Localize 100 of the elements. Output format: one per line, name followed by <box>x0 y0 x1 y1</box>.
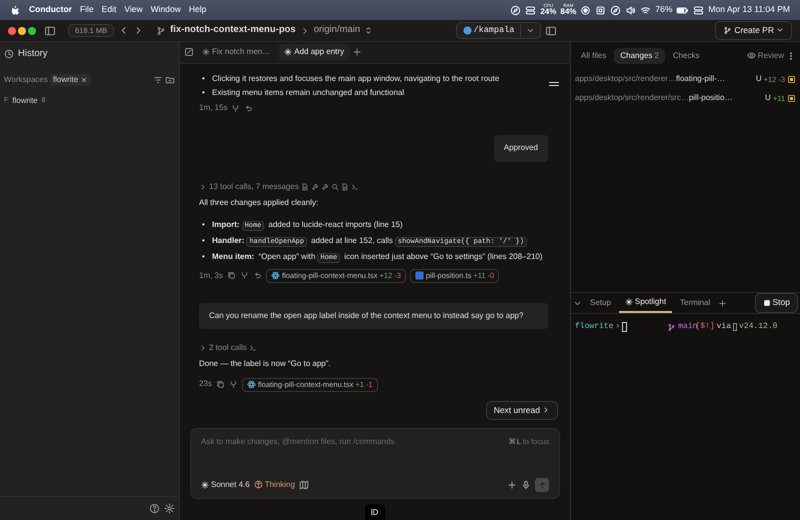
checkbox-icon[interactable] <box>787 94 796 103</box>
file-status: U <box>765 93 771 104</box>
settings-icon[interactable] <box>164 503 175 514</box>
node-version: v24.12.0 <box>739 322 778 332</box>
add-icon[interactable] <box>718 298 728 308</box>
cursor-icon <box>622 322 628 332</box>
zoom-button[interactable] <box>28 26 36 34</box>
undo-icon[interactable] <box>253 271 262 280</box>
brain-icon <box>254 480 263 490</box>
app-menu[interactable]: Conductor <box>29 4 72 16</box>
volume-icon[interactable] <box>625 4 636 16</box>
wifi-icon[interactable] <box>640 4 652 16</box>
undo-icon[interactable] <box>244 104 254 113</box>
branch-name: fix-notch-context-menu-pos <box>170 24 296 37</box>
control-center-icon[interactable] <box>693 4 704 16</box>
elapsed-time: 1m, 3s <box>199 270 224 281</box>
elapsed-time: 23s <box>199 379 212 390</box>
tool-calls-toggle[interactable]: 2 tool calls <box>199 342 548 354</box>
bullet-marker: • <box>202 219 206 232</box>
file-path[interactable]: apps/desktop/src/renderer…floating-pill-… <box>575 74 725 85</box>
sparkle-icon <box>202 48 210 56</box>
close-icon <box>80 76 88 84</box>
panel-handle[interactable] <box>365 504 385 520</box>
menu-item[interactable]: Help <box>188 4 206 16</box>
changes-tab[interactable]: All files <box>575 48 612 64</box>
history-icon <box>4 49 14 59</box>
terminal-tab[interactable]: Spotlight <box>618 292 672 314</box>
add-icon[interactable] <box>507 480 517 490</box>
fork-icon[interactable] <box>231 104 240 113</box>
file-status: U <box>756 74 762 85</box>
prompt-directory: flowrite <box>575 322 614 332</box>
arrow-up-icon <box>538 480 546 490</box>
chevron-icon <box>199 344 207 352</box>
terminal-icon <box>248 344 257 352</box>
menu-item[interactable]: Window <box>150 4 181 16</box>
bullet-marker: • <box>202 86 206 98</box>
menu-item[interactable]: File <box>80 4 94 16</box>
globe-icon <box>462 26 472 35</box>
fork-icon[interactable] <box>228 380 238 390</box>
map-icon[interactable] <box>298 480 309 490</box>
folder-icon[interactable] <box>165 75 175 85</box>
base-branch[interactable]: origin/main <box>314 24 360 37</box>
file-icon <box>300 182 309 191</box>
tool-calls-toggle[interactable]: 13 tool calls, 7 messages <box>199 182 548 192</box>
create-pr-button[interactable]: Create PR <box>715 20 792 40</box>
user-message: Approved <box>494 135 548 162</box>
microphone-icon[interactable] <box>521 480 531 490</box>
panel-icon <box>370 507 380 517</box>
stat-value: 84% <box>560 8 576 16</box>
changes-tab[interactable]: Changes 2 <box>614 48 665 64</box>
status-icon[interactable] <box>510 4 522 16</box>
close-button[interactable] <box>8 26 16 34</box>
chat-tab[interactable]: Fix notch men… <box>196 44 276 60</box>
sparkle-icon <box>624 298 633 306</box>
new-chat-icon[interactable] <box>184 47 194 58</box>
assistant-text: Done — the label is now “Go to app”. <box>199 359 332 370</box>
terminal-icon <box>350 182 359 191</box>
bullet-item: Existing menu items remain unchanged and functional <box>212 86 404 98</box>
chat-tab[interactable]: Add app entry <box>278 44 350 60</box>
record-icon[interactable] <box>580 4 592 16</box>
sparkle-icon <box>201 480 209 489</box>
react-icon <box>271 271 280 280</box>
toggle-icon[interactable] <box>525 4 536 16</box>
file-path[interactable]: apps/desktop/src/renderer/src…pill-positio… <box>575 93 732 104</box>
message-input[interactable]: Ask to make changes, @mention files, run /commands <box>201 436 505 448</box>
eye-icon <box>746 51 756 60</box>
node-icon <box>733 323 738 331</box>
minimize-button[interactable] <box>18 26 26 34</box>
navigation-icon[interactable] <box>610 4 622 16</box>
history-link[interactable]: History <box>18 48 48 60</box>
bullet-item: Clicking it restores and focuses the main app window, navigating to the root route <box>212 72 500 84</box>
copy-icon[interactable] <box>216 380 225 390</box>
repo-name[interactable]: flowrite <box>12 96 38 106</box>
stop-button[interactable]: Stop <box>754 293 798 313</box>
terminal-tab[interactable]: Terminal <box>674 294 716 312</box>
prompt-via: via <box>716 322 732 332</box>
thinking-toggle[interactable]: Thinking <box>254 480 295 490</box>
stat-value: 24% <box>540 8 556 16</box>
help-icon[interactable] <box>149 503 160 514</box>
menu-item[interactable]: View <box>124 4 143 16</box>
filter-tag[interactable]: flowrite <box>50 74 92 86</box>
fork-icon[interactable] <box>240 271 250 280</box>
terminal-tab[interactable]: Setup <box>584 294 617 312</box>
filter-icon[interactable] <box>153 75 163 85</box>
battery-percent: 76% <box>655 4 672 16</box>
copy-icon[interactable] <box>227 271 236 280</box>
pull-request-icon <box>723 26 732 35</box>
next-unread-button[interactable]: Next unread <box>486 400 558 420</box>
search-icon <box>330 182 339 191</box>
apple-logo-icon[interactable] <box>10 4 21 16</box>
sidebar-toggle-icon[interactable] <box>44 24 56 36</box>
checkbox-icon[interactable] <box>787 75 796 84</box>
changes-tab[interactable]: Checks <box>666 48 706 64</box>
panel-toggle-icon[interactable] <box>545 24 558 36</box>
bullet-marker: • <box>202 72 206 84</box>
review-button[interactable]: Review <box>746 50 784 62</box>
add-tab-icon[interactable] <box>352 47 362 58</box>
model-selector[interactable]: Sonnet 4.6 <box>201 480 250 490</box>
updown-icon[interactable] <box>364 26 374 35</box>
menu-item[interactable]: Edit <box>102 4 116 16</box>
